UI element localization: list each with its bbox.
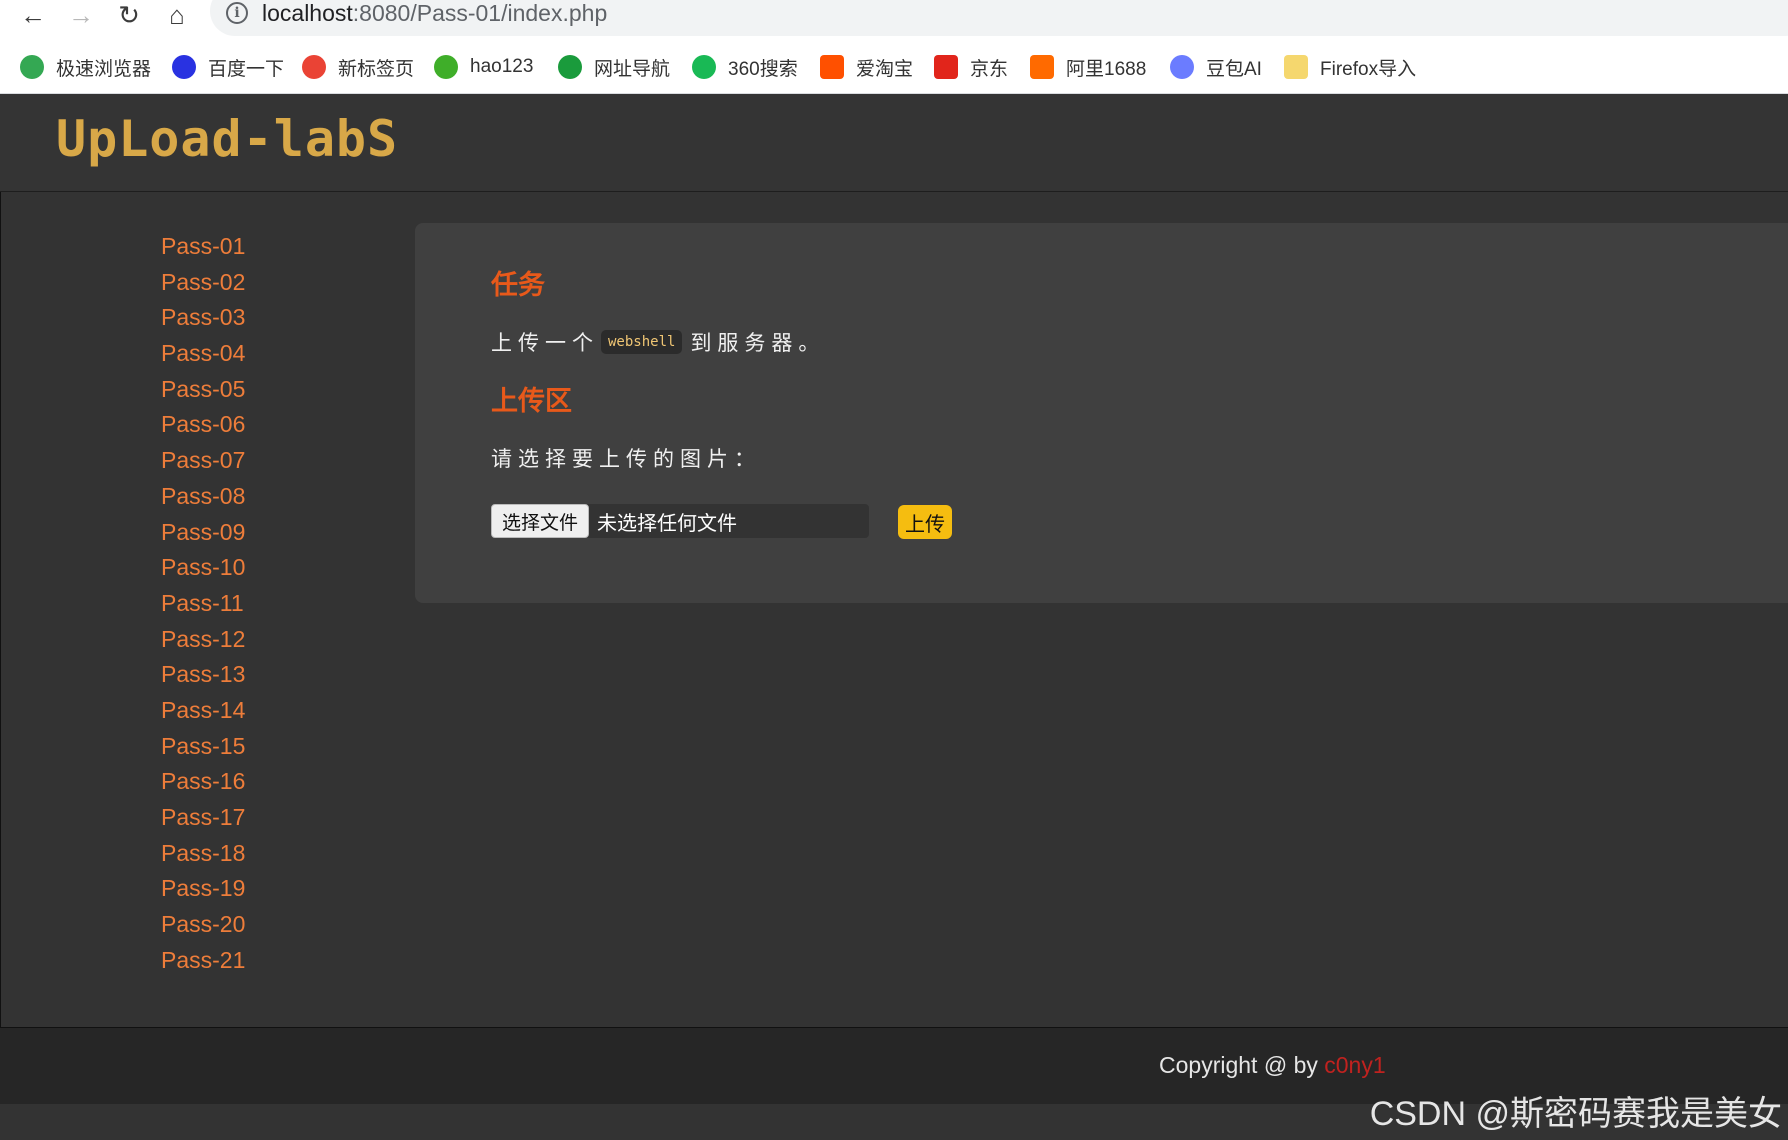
- 360-search-icon: [692, 55, 716, 79]
- task-description: 上传一个 webshell 到服务器。: [491, 327, 825, 357]
- menu-item-pass-16[interactable]: Pass-16: [161, 767, 245, 803]
- upload-submit-button[interactable]: 上传: [898, 505, 952, 539]
- jd-icon: [934, 55, 958, 79]
- back-arrow-icon[interactable]: ←: [18, 0, 48, 30]
- menu-item-pass-10[interactable]: Pass-10: [161, 553, 245, 589]
- chrome-icon: [20, 55, 44, 79]
- file-input[interactable]: 选择文件 未选择任何文件: [491, 504, 869, 538]
- bookmark-item[interactable]: 极速浏览器: [20, 52, 151, 82]
- hao123-icon: [434, 55, 458, 79]
- menu-item-pass-19[interactable]: Pass-19: [161, 874, 245, 910]
- forward-arrow-icon[interactable]: →: [66, 0, 96, 30]
- menu-item-pass-09[interactable]: Pass-09: [161, 518, 245, 554]
- main-area: Pass-01 Pass-02 Pass-03 Pass-04 Pass-05 Pass-…: [0, 192, 1788, 1028]
- alibaba-1688-icon: [1030, 55, 1054, 79]
- bookmark-label: 网址导航: [594, 58, 671, 80]
- bookmark-item[interactable]: hao123: [434, 52, 533, 82]
- bookmark-label: 阿里1688: [1066, 58, 1147, 80]
- bookmark-label: 360搜索: [728, 58, 798, 80]
- menu-item-pass-21[interactable]: Pass-21: [161, 946, 245, 982]
- taobao-icon: [820, 55, 844, 79]
- bookmark-label: hao123: [470, 56, 534, 77]
- home-icon[interactable]: ⌂: [162, 0, 192, 30]
- choose-file-button[interactable]: 选择文件: [491, 504, 590, 538]
- copyright-label: Copyright @ by: [1159, 1052, 1325, 1078]
- task-text-after: 到服务器。: [690, 332, 826, 355]
- chrome-icon: [302, 55, 326, 79]
- menu-item-pass-15[interactable]: Pass-15: [161, 732, 245, 768]
- bookmark-label: Firefox导入: [1320, 58, 1417, 80]
- bookmarks-bar: 极速浏览器 百度一下 新标签页 hao123 网址导航 360搜索 爱淘宝 京东 阿里1688 豆…: [0, 36, 1788, 94]
- reload-icon[interactable]: ↻: [114, 0, 144, 30]
- file-status-text: 未选择任何文件: [597, 512, 738, 535]
- browser-toolbar: ← → ↻ ⌂ i localhost:8080/Pass-01/index.p…: [0, 0, 1788, 36]
- bookmark-item[interactable]: 阿里1688: [1030, 52, 1146, 82]
- bookmark-label: 爱淘宝: [856, 58, 914, 80]
- bookmark-item[interactable]: 网址导航: [558, 52, 670, 82]
- bookmark-item[interactable]: 京东: [934, 52, 1008, 82]
- bookmark-label: 京东: [970, 58, 1009, 80]
- upload-heading: 上传区: [491, 386, 572, 416]
- menu-item-pass-03[interactable]: Pass-03: [161, 303, 245, 339]
- menu-item-pass-04[interactable]: Pass-04: [161, 339, 245, 375]
- menu-item-pass-08[interactable]: Pass-08: [161, 482, 245, 518]
- site-info-icon[interactable]: i: [226, 2, 248, 24]
- bookmark-label: 极速浏览器: [56, 58, 152, 80]
- 2345-icon: [558, 55, 582, 79]
- bookmark-label: 百度一下: [208, 58, 285, 80]
- bookmark-item[interactable]: 新标签页: [302, 52, 414, 82]
- menu-item-pass-13[interactable]: Pass-13: [161, 660, 245, 696]
- menu-item-pass-12[interactable]: Pass-12: [161, 625, 245, 661]
- doubao-avatar-icon: [1170, 55, 1194, 79]
- upload-prompt: 请选择要上传的图片：: [491, 448, 761, 471]
- menu-item-pass-02[interactable]: Pass-02: [161, 268, 245, 304]
- author-name[interactable]: c0ny1: [1324, 1052, 1385, 1078]
- bookmark-item[interactable]: Firefox导入: [1284, 52, 1416, 82]
- menu-item-pass-06[interactable]: Pass-06: [161, 410, 245, 446]
- menu-item-pass-11[interactable]: Pass-11: [161, 589, 245, 625]
- url-host: localhost: [262, 0, 353, 26]
- menu-item-pass-05[interactable]: Pass-05: [161, 375, 245, 411]
- content-panel: 任务 上传一个 webshell 到服务器。 上传区 请选择要上传的图片： 选择…: [415, 223, 1788, 603]
- bookmark-item[interactable]: 360搜索: [692, 52, 798, 82]
- level-menu: Pass-01 Pass-02 Pass-03 Pass-04 Pass-05 Pass-…: [161, 232, 245, 981]
- bookmark-item[interactable]: 爱淘宝: [820, 52, 913, 82]
- menu-item-pass-18[interactable]: Pass-18: [161, 839, 245, 875]
- task-text-before: 上传一个: [491, 332, 599, 355]
- bookmark-item[interactable]: 百度一下: [172, 52, 284, 82]
- menu-item-pass-20[interactable]: Pass-20: [161, 910, 245, 946]
- bookmark-label: 豆包AI: [1206, 58, 1262, 80]
- menu-item-pass-17[interactable]: Pass-17: [161, 803, 245, 839]
- csdn-watermark: CSDN @斯密码赛我是美女: [1369, 1095, 1782, 1133]
- copyright-text: Copyright @ by c0ny1: [1159, 1052, 1386, 1079]
- site-logo[interactable]: UpLoad-labS: [56, 110, 398, 168]
- menu-item-pass-01[interactable]: Pass-01: [161, 232, 245, 268]
- menu-item-pass-14[interactable]: Pass-14: [161, 696, 245, 732]
- folder-icon: [1284, 55, 1308, 79]
- app-header: UpLoad-labS: [0, 94, 1788, 192]
- menu-item-pass-07[interactable]: Pass-07: [161, 446, 245, 482]
- baidu-paw-icon: [172, 55, 196, 79]
- bookmark-label: 新标签页: [338, 58, 415, 80]
- webshell-code: webshell: [601, 330, 683, 354]
- bookmark-item[interactable]: 豆包AI: [1170, 52, 1262, 82]
- task-heading: 任务: [491, 270, 545, 300]
- url-text[interactable]: localhost:8080/Pass-01/index.php: [262, 0, 607, 26]
- url-path: :8080/Pass-01/index.php: [352, 0, 608, 26]
